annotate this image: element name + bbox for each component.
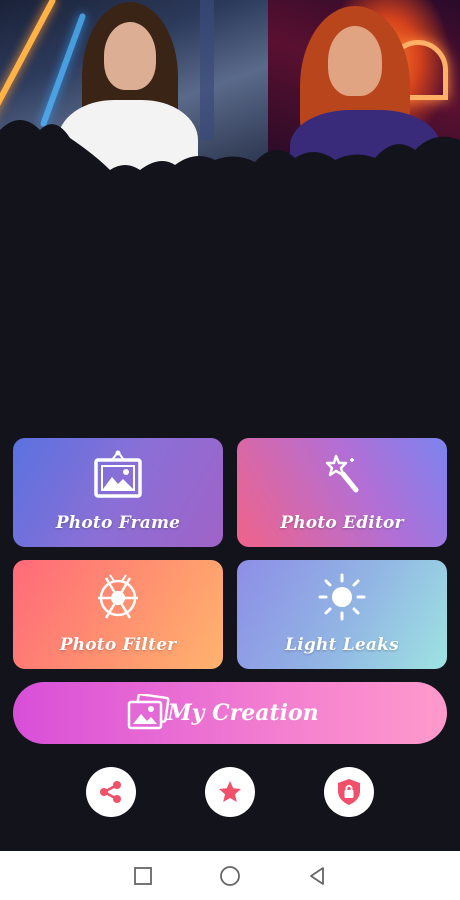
my-creation-label: My Creation xyxy=(167,700,319,726)
photo-filter-button[interactable]: Photo Filter xyxy=(13,560,223,669)
home-button[interactable] xyxy=(215,861,245,891)
my-creation-button[interactable]: My Creation xyxy=(13,682,447,744)
picture-frame-icon xyxy=(94,450,142,498)
photo-stack-icon xyxy=(127,694,170,730)
star-icon xyxy=(219,781,241,802)
shield-lock-icon xyxy=(338,779,360,805)
aperture-icon xyxy=(98,574,138,619)
light-leaks-button[interactable]: Light Leaks xyxy=(237,560,447,669)
photo-frame-label: Photo Frame xyxy=(55,513,181,533)
cloud-edge-decoration xyxy=(0,120,460,200)
photo-frame-button[interactable]: Photo Frame xyxy=(13,438,223,547)
header-banner xyxy=(0,0,460,200)
circle-icon xyxy=(220,865,240,886)
photo-editor-label: Photo Editor xyxy=(280,513,404,533)
back-button[interactable] xyxy=(302,861,332,891)
magic-wand-icon xyxy=(325,454,359,493)
sun-icon xyxy=(318,573,366,621)
rate-button[interactable] xyxy=(205,767,255,817)
square-icon xyxy=(134,866,153,885)
recent-apps-button[interactable] xyxy=(128,861,158,891)
light-leaks-label: Light Leaks xyxy=(285,635,399,655)
share-button[interactable] xyxy=(86,767,136,817)
back-triangle-icon xyxy=(309,866,324,885)
system-navigation-bar xyxy=(0,851,460,900)
photo-editor-button[interactable]: Photo Editor xyxy=(237,438,447,547)
photo-filter-label: Photo Filter xyxy=(59,635,177,655)
share-icon xyxy=(100,781,121,803)
privacy-button[interactable] xyxy=(324,767,374,817)
